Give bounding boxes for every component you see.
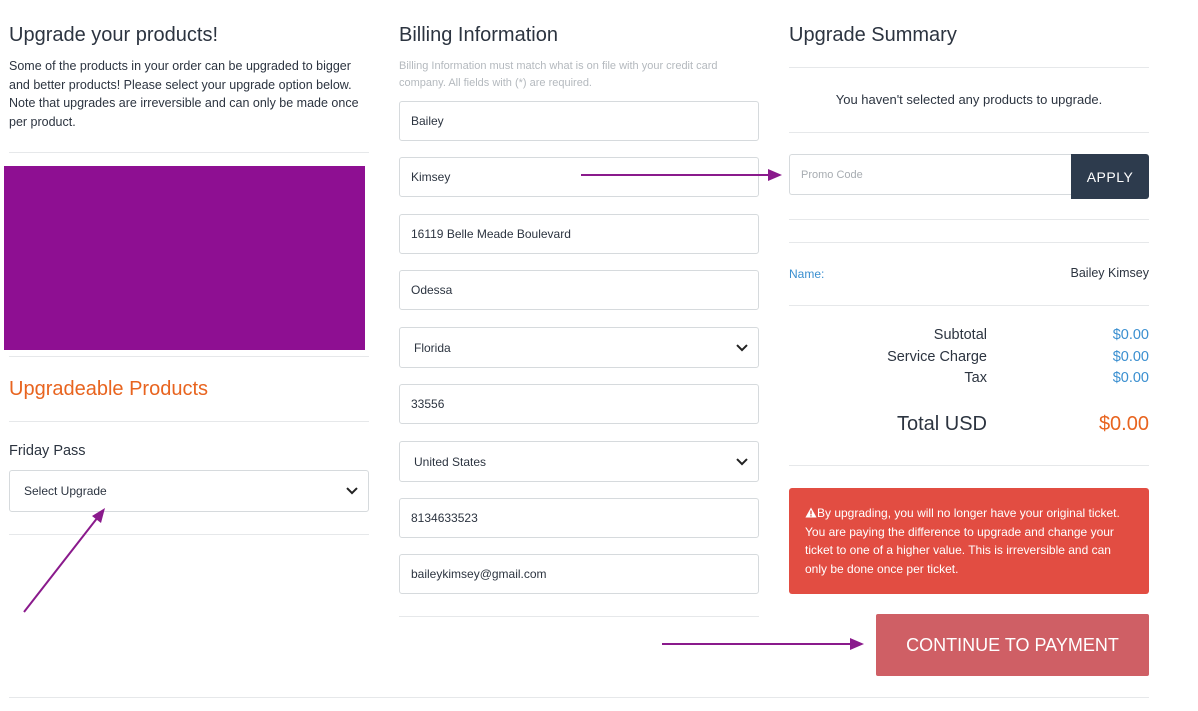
city-field[interactable]: Odessa — [399, 270, 759, 310]
promo-code-placeholder: Promo Code — [801, 168, 863, 181]
divider — [9, 534, 369, 535]
total-value: $0.00 — [1098, 413, 1149, 435]
divider — [9, 697, 1149, 698]
arrow-to-upgrade-select — [23, 508, 105, 613]
divider — [789, 305, 1149, 306]
product-label: Friday Pass — [9, 443, 86, 459]
tax-value: $0.00 — [1112, 370, 1149, 386]
name-label: Name: — [789, 267, 825, 281]
divider — [9, 421, 369, 422]
first-name-value: Bailey — [411, 114, 444, 128]
last-name-value: Kimsey — [411, 170, 451, 184]
email-field[interactable]: baileykimsey@gmail.com — [399, 554, 759, 594]
continue-to-payment-button[interactable]: CONTINUE TO PAYMENT — [876, 614, 1149, 676]
service-charge-value: $0.00 — [1112, 349, 1149, 365]
last-name-field[interactable]: Kimsey — [399, 157, 759, 197]
upgrade-warning: By upgrading, you will no longer have yo… — [789, 488, 1149, 594]
phone-value: 8134633523 — [411, 511, 478, 525]
city-value: Odessa — [411, 283, 453, 297]
address-value: 16119 Belle Meade Boulevard — [411, 227, 571, 241]
divider — [9, 356, 369, 357]
summary-title: Upgrade Summary — [789, 24, 957, 46]
upgradeable-products-heading: Upgradeable Products — [9, 378, 209, 400]
empty-summary-message: You haven't selected any products to upg… — [835, 92, 1103, 107]
warning-triangle-icon — [805, 507, 817, 518]
divider — [789, 465, 1149, 466]
billing-hint: Billing Information must match what is o… — [399, 60, 718, 89]
state-select[interactable]: Florida — [399, 327, 759, 368]
country-value: United States — [414, 454, 487, 469]
promo-code-input[interactable]: Promo Code — [789, 154, 1071, 195]
country-select[interactable]: United States — [399, 441, 759, 482]
subtotal-value: $0.00 — [1112, 327, 1149, 343]
divider — [789, 219, 1149, 220]
divider — [399, 616, 759, 617]
upgrade-intro: Some of the products in your order can b… — [9, 59, 359, 129]
subtotal-label: Subtotal — [933, 327, 987, 343]
apply-promo-button[interactable]: APPLY — [1071, 154, 1149, 199]
arrow-to-continue-button — [662, 638, 864, 650]
chevron-down-icon — [346, 487, 358, 495]
first-name-field[interactable]: Bailey — [399, 101, 759, 141]
name-value: Bailey Kimsey — [1070, 266, 1150, 280]
chevron-down-icon — [736, 457, 748, 466]
zip-field[interactable]: 33556 — [399, 384, 759, 424]
email-value: baileykimsey@gmail.com — [411, 567, 547, 581]
divider — [9, 152, 369, 153]
phone-field[interactable]: 8134633523 — [399, 498, 759, 538]
service-charge-label: Service Charge — [887, 349, 987, 365]
zip-value: 33556 — [411, 397, 445, 411]
tax-label: Tax — [964, 370, 987, 386]
product-banner-image — [4, 166, 365, 350]
total-label: Total USD — [896, 413, 987, 435]
upgrade-select-value: Select Upgrade — [24, 484, 107, 498]
upgrade-select[interactable]: Select Upgrade — [9, 470, 369, 512]
divider — [789, 242, 1149, 243]
billing-title: Billing Information — [399, 24, 558, 46]
divider — [789, 67, 1149, 68]
state-value: Florida — [414, 340, 451, 355]
warning-text: By upgrading, you will no longer have yo… — [805, 506, 1120, 576]
chevron-down-icon — [736, 343, 748, 352]
divider — [789, 132, 1149, 133]
address-field[interactable]: 16119 Belle Meade Boulevard — [399, 214, 759, 254]
upgrade-title: Upgrade your products! — [9, 24, 219, 46]
